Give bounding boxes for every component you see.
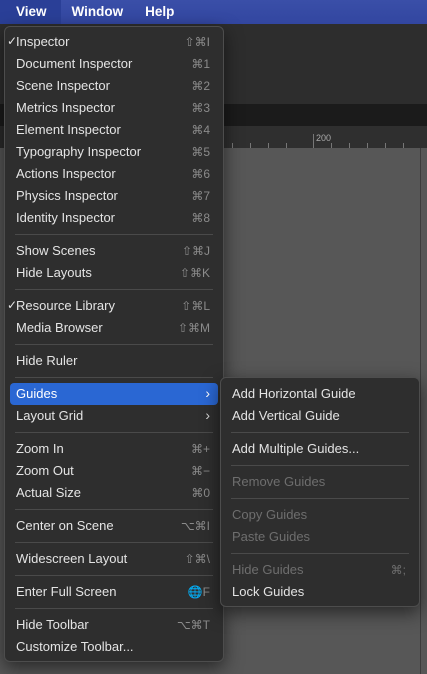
menu-item-document-inspector[interactable]: Document Inspector ⌘1 bbox=[10, 53, 218, 75]
menu-item-inspector[interactable]: ✓ Inspector ⇧⌘I bbox=[7, 31, 218, 53]
menu-item-add-horizontal-guide[interactable]: Add Horizontal Guide bbox=[226, 383, 414, 405]
menu-bar: View Window Help bbox=[0, 0, 427, 24]
menu-item-scene-inspector[interactable]: Scene Inspector ⌘2 bbox=[10, 75, 218, 97]
menu-item-enter-full-screen[interactable]: Enter Full Screen 🌐F bbox=[10, 581, 218, 603]
menu-view[interactable]: View bbox=[0, 0, 61, 24]
horizontal-ruler[interactable]: 200 bbox=[220, 126, 427, 149]
menu-item-identity-inspector[interactable]: Identity Inspector ⌘8 bbox=[10, 207, 218, 229]
chevron-right-icon: › bbox=[205, 407, 210, 423]
menu-item-remove-guides[interactable]: Remove Guides bbox=[226, 471, 414, 493]
menu-item-paste-guides[interactable]: Paste Guides bbox=[226, 526, 414, 548]
menu-separator bbox=[231, 553, 409, 554]
menu-help[interactable]: Help bbox=[134, 0, 185, 24]
menu-item-show-scenes[interactable]: Show Scenes ⇧⌘J bbox=[10, 240, 218, 262]
menu-separator bbox=[15, 575, 213, 576]
menu-separator bbox=[15, 608, 213, 609]
menu-item-typography-inspector[interactable]: Typography Inspector ⌘5 bbox=[10, 141, 218, 163]
chevron-right-icon: › bbox=[205, 385, 210, 401]
menu-item-hide-toolbar[interactable]: Hide Toolbar ⌥⌘T bbox=[10, 614, 218, 636]
menu-separator bbox=[15, 542, 213, 543]
menu-item-element-inspector[interactable]: Element Inspector ⌘4 bbox=[10, 119, 218, 141]
menu-item-guides[interactable]: Guides › bbox=[10, 383, 218, 405]
menu-item-lock-guides[interactable]: Lock Guides bbox=[226, 581, 414, 603]
menu-item-center-on-scene[interactable]: Center on Scene ⌥⌘I bbox=[10, 515, 218, 537]
menu-item-metrics-inspector[interactable]: Metrics Inspector ⌘3 bbox=[10, 97, 218, 119]
menu-separator bbox=[15, 234, 213, 235]
menu-window[interactable]: Window bbox=[61, 0, 135, 24]
menu-separator bbox=[231, 465, 409, 466]
menu-item-hide-layouts[interactable]: Hide Layouts ⇧⌘K bbox=[10, 262, 218, 284]
menu-item-actual-size[interactable]: Actual Size ⌘0 bbox=[10, 482, 218, 504]
guides-submenu: Add Horizontal Guide Add Vertical Guide … bbox=[220, 377, 420, 607]
menu-item-zoom-in[interactable]: Zoom In ⌘+ bbox=[10, 438, 218, 460]
menu-item-actions-inspector[interactable]: Actions Inspector ⌘6 bbox=[10, 163, 218, 185]
ruler-label: 200 bbox=[316, 133, 332, 143]
menu-item-customize-toolbar[interactable]: Customize Toolbar... bbox=[10, 636, 218, 658]
menu-separator bbox=[15, 289, 213, 290]
menu-separator bbox=[231, 432, 409, 433]
menu-item-add-multiple-guides[interactable]: Add Multiple Guides... bbox=[226, 438, 414, 460]
menu-item-zoom-out[interactable]: Zoom Out ⌘− bbox=[10, 460, 218, 482]
menu-item-resource-library[interactable]: ✓ Resource Library ⇧⌘L bbox=[7, 295, 218, 317]
menu-item-hide-guides[interactable]: Hide Guides ⌘; bbox=[226, 559, 414, 581]
menu-separator bbox=[15, 344, 213, 345]
menu-item-add-vertical-guide[interactable]: Add Vertical Guide bbox=[226, 405, 414, 427]
menu-item-hide-ruler[interactable]: Hide Ruler bbox=[10, 350, 218, 372]
canvas-edge bbox=[420, 148, 421, 674]
menu-separator bbox=[231, 498, 409, 499]
menu-separator bbox=[15, 377, 213, 378]
menu-separator bbox=[15, 432, 213, 433]
menu-item-layout-grid[interactable]: Layout Grid › bbox=[10, 405, 218, 427]
view-menu: ✓ Inspector ⇧⌘I Document Inspector ⌘1 Sc… bbox=[4, 26, 224, 662]
menu-item-media-browser[interactable]: Media Browser ⇧⌘M bbox=[10, 317, 218, 339]
menu-item-copy-guides[interactable]: Copy Guides bbox=[226, 504, 414, 526]
menu-item-widescreen-layout[interactable]: Widescreen Layout ⇧⌘\ bbox=[10, 548, 218, 570]
menu-item-physics-inspector[interactable]: Physics Inspector ⌘7 bbox=[10, 185, 218, 207]
menu-separator bbox=[15, 509, 213, 510]
